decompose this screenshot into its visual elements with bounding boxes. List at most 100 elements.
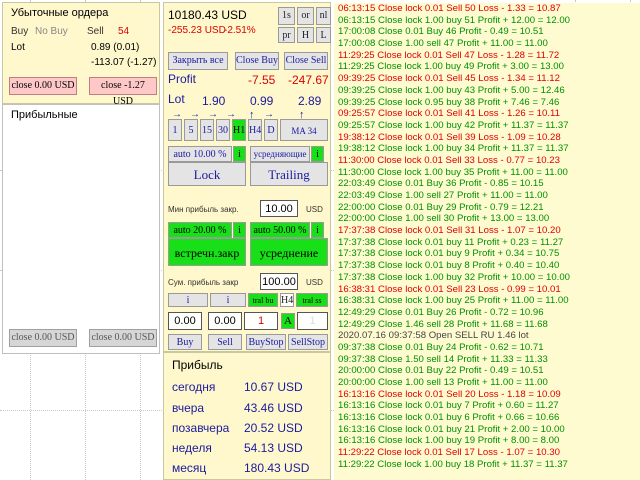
tf-d-button[interactable]: D xyxy=(264,119,278,141)
log-entry: 19:38:12 Close lock 1.00 buy 34 Profit +… xyxy=(338,143,569,155)
log-entry: 17:37:38 Close lock 0.01 buy 11 Profit +… xyxy=(338,236,564,248)
log-entry: 09:37:38 Close 1.50 sell 14 Profit + 11.… xyxy=(338,353,548,365)
profit-panel-title: Прибыльные xyxy=(11,109,78,121)
log-entry: 09:25:57 Close lock 1.00 buy 42 Profit +… xyxy=(338,119,569,131)
log-entry: 2020.07.16 09:37:58 Open SELL RU 1.46 lo… xyxy=(338,330,529,342)
close-buy-loss-button[interactable]: close 0.00 USD xyxy=(9,77,77,95)
trailing-info-button[interactable]: i xyxy=(311,146,324,162)
log-entry: 19:38:12 Close lock 0.01 Sell 39 Loss - … xyxy=(338,131,561,143)
account-pl-pct: -2.51% xyxy=(224,25,256,36)
sell-label: Sell xyxy=(87,26,104,37)
lock-button[interactable]: Lock xyxy=(168,162,246,186)
counter-info-button[interactable]: i xyxy=(233,222,246,238)
lot-total: 1.90 xyxy=(202,94,226,108)
close-all-button[interactable]: Закрыть все xyxy=(168,52,228,70)
auto-counter-button[interactable]: auto 20.00 % xyxy=(168,222,232,238)
stats-title: Прибыль xyxy=(172,358,223,372)
auto-averaging-button[interactable]: auto 50.00 % xyxy=(250,222,310,238)
auto-lock-button[interactable]: auto 10.00 % xyxy=(168,146,232,162)
log-entry: 11:30:00 Close lock 1.00 buy 35 Profit +… xyxy=(338,166,568,178)
averaging-label-button[interactable]: усредняющие xyxy=(250,146,310,162)
min-profit-label: Мин прибыль закр. xyxy=(168,205,239,214)
lot-value: 0.89 (0.01) xyxy=(91,42,140,53)
sum-profit-input[interactable]: 100.00 xyxy=(260,273,298,290)
lot-label: Lot xyxy=(11,42,25,53)
min-profit-unit: USD xyxy=(306,205,323,214)
btn-l[interactable]: L xyxy=(316,27,331,43)
loss-orders-panel: Убыточные ордера Buy No Buy Sell 54 Lot … xyxy=(2,2,160,107)
log-entry: 22:00:00 Close 1.00 sell 30 Profit + 13.… xyxy=(338,213,550,225)
ma-34-button[interactable]: MA 34 xyxy=(280,119,328,141)
buy-button[interactable]: Buy xyxy=(168,334,202,350)
log-entry: 06:13:15 Close lock 1.00 buy 51 Profit +… xyxy=(338,14,571,26)
order-count-input[interactable]: 1 xyxy=(244,312,278,330)
stats-value-week: 54.13 USD xyxy=(244,441,303,455)
log-entry: 16:13:16 Close lock 0.01 buy 6 Profit + … xyxy=(338,412,560,424)
btn-h[interactable]: H xyxy=(297,27,314,43)
log-entry: 09:25:57 Close lock 0.01 Sell 41 Loss - … xyxy=(338,108,560,120)
tf-h1-button[interactable]: H1 xyxy=(232,119,246,141)
trailing-button[interactable]: Trailing xyxy=(250,162,328,186)
log-entry: 11:29:22 Close lock 0.01 Sell 17 Loss - … xyxy=(338,447,560,459)
profit-stats-panel: Прибыль сегодня 10.67 USD вчера 43.46 US… xyxy=(163,352,331,480)
tral-h4-button[interactable]: H4 xyxy=(280,293,294,307)
averaging-button[interactable]: усреднение xyxy=(250,238,328,266)
sellstop-button[interactable]: SellStop xyxy=(288,334,328,350)
control-panel: 10180.43 USD -255.23 USD -2.51% 1s or nl… xyxy=(163,2,331,352)
lot-sell: 2.89 xyxy=(298,94,322,108)
log-entry: 20:00:00 Close 0.01 Buy 22 Profit - 0.49… xyxy=(338,365,544,377)
close-buy-button[interactable]: Close Buy xyxy=(235,52,279,70)
log-entry: 16:38:31 Close lock 0.01 Sell 23 Loss - … xyxy=(338,283,561,295)
log-entry: 17:37:38 Close lock 0.01 buy 8 Profit + … xyxy=(338,260,560,272)
log-entry: 09:39:25 Close lock 1.00 buy 43 Profit +… xyxy=(338,84,565,96)
buy-label: Buy xyxy=(11,26,29,37)
log-entry: 16:13:16 Close lock 0.01 buy 21 Profit +… xyxy=(338,423,565,435)
loss-profit-value: -113.07 (-1.27) xyxy=(91,57,157,68)
averaging-info-button[interactable]: i xyxy=(311,222,324,238)
profit-orders-panel: Прибыльные close 0.00 USD close 0.00 USD xyxy=(2,104,160,354)
log-entry: 17:37:38 Close lock 0.01 buy 9 Profit + … xyxy=(338,248,560,260)
log-entry: 09:39:25 Close lock 0.01 Sell 45 Loss - … xyxy=(338,73,560,85)
close-sell-button[interactable]: Close Sell xyxy=(284,52,328,70)
auto-a-button[interactable]: A xyxy=(281,313,295,329)
account-pl: -255.23 USD xyxy=(168,25,226,36)
profit-sell-value: -247.67 xyxy=(288,73,329,87)
buy-lot-input[interactable]: 0.00 xyxy=(168,312,202,330)
log-entry: 11:30:00 Close lock 0.01 Sell 33 Loss - … xyxy=(338,154,560,166)
btn-pr[interactable]: pr xyxy=(278,27,295,43)
buystop-button[interactable]: BuyStop xyxy=(246,334,286,350)
tf-1-button[interactable]: 1 xyxy=(168,119,182,141)
tf-5-button[interactable]: 5 xyxy=(184,119,198,141)
extra-input[interactable]: 1 xyxy=(297,312,328,330)
stats-label-month: месяц xyxy=(172,461,207,475)
stats-value-month: 180.43 USD xyxy=(244,461,310,475)
tf-15-button[interactable]: 15 xyxy=(200,119,214,141)
sell-button[interactable]: Sell xyxy=(208,334,242,350)
log-entry: 20:00:00 Close 1.00 sell 13 Profit + 11.… xyxy=(338,377,548,388)
log-entry: 16:13:16 Close lock 0.01 buy 7 Profit + … xyxy=(338,400,559,412)
tral-info-button-2[interactable]: i xyxy=(210,293,246,307)
tf-h4-button[interactable]: H4 xyxy=(248,119,262,141)
btn-or[interactable]: or xyxy=(297,7,314,25)
lock-info-button[interactable]: i xyxy=(233,146,246,162)
tral-info-button-1[interactable]: i xyxy=(168,293,208,307)
min-profit-input[interactable]: 10.00 xyxy=(260,200,298,217)
nobuy-label: No Buy xyxy=(35,26,68,37)
counter-close-button[interactable]: встречн.закр xyxy=(168,238,246,266)
sell-lot-input[interactable]: 0.00 xyxy=(208,312,242,330)
stats-label-daybefore: позавчера xyxy=(172,421,230,435)
log-entry: 09:39:25 Close lock 0.95 buy 38 Profit +… xyxy=(338,96,560,108)
close-sell-loss-button[interactable]: close -1.27 USD xyxy=(89,77,157,107)
close-sell-profit-button[interactable]: close 0.00 USD xyxy=(89,329,157,347)
tral-ss-button[interactable]: tral ss xyxy=(296,293,328,307)
lot-buy: 0.99 xyxy=(250,94,274,108)
log-entry: 11:29:22 Close lock 1.00 buy 18 Profit +… xyxy=(338,458,568,470)
log-entry: 16:13:16 Close lock 0.01 Sell 20 Loss - … xyxy=(338,388,561,400)
btn-1s[interactable]: 1s xyxy=(278,7,295,25)
stats-value-today: 10.67 USD xyxy=(244,380,303,394)
tral-bu-button[interactable]: tral bu xyxy=(248,293,278,307)
stats-label-yesterday: вчера xyxy=(172,401,205,415)
close-buy-profit-button[interactable]: close 0.00 USD xyxy=(9,329,77,347)
tf-30-button[interactable]: 30 xyxy=(216,119,230,141)
btn-nl[interactable]: nl xyxy=(316,7,331,25)
